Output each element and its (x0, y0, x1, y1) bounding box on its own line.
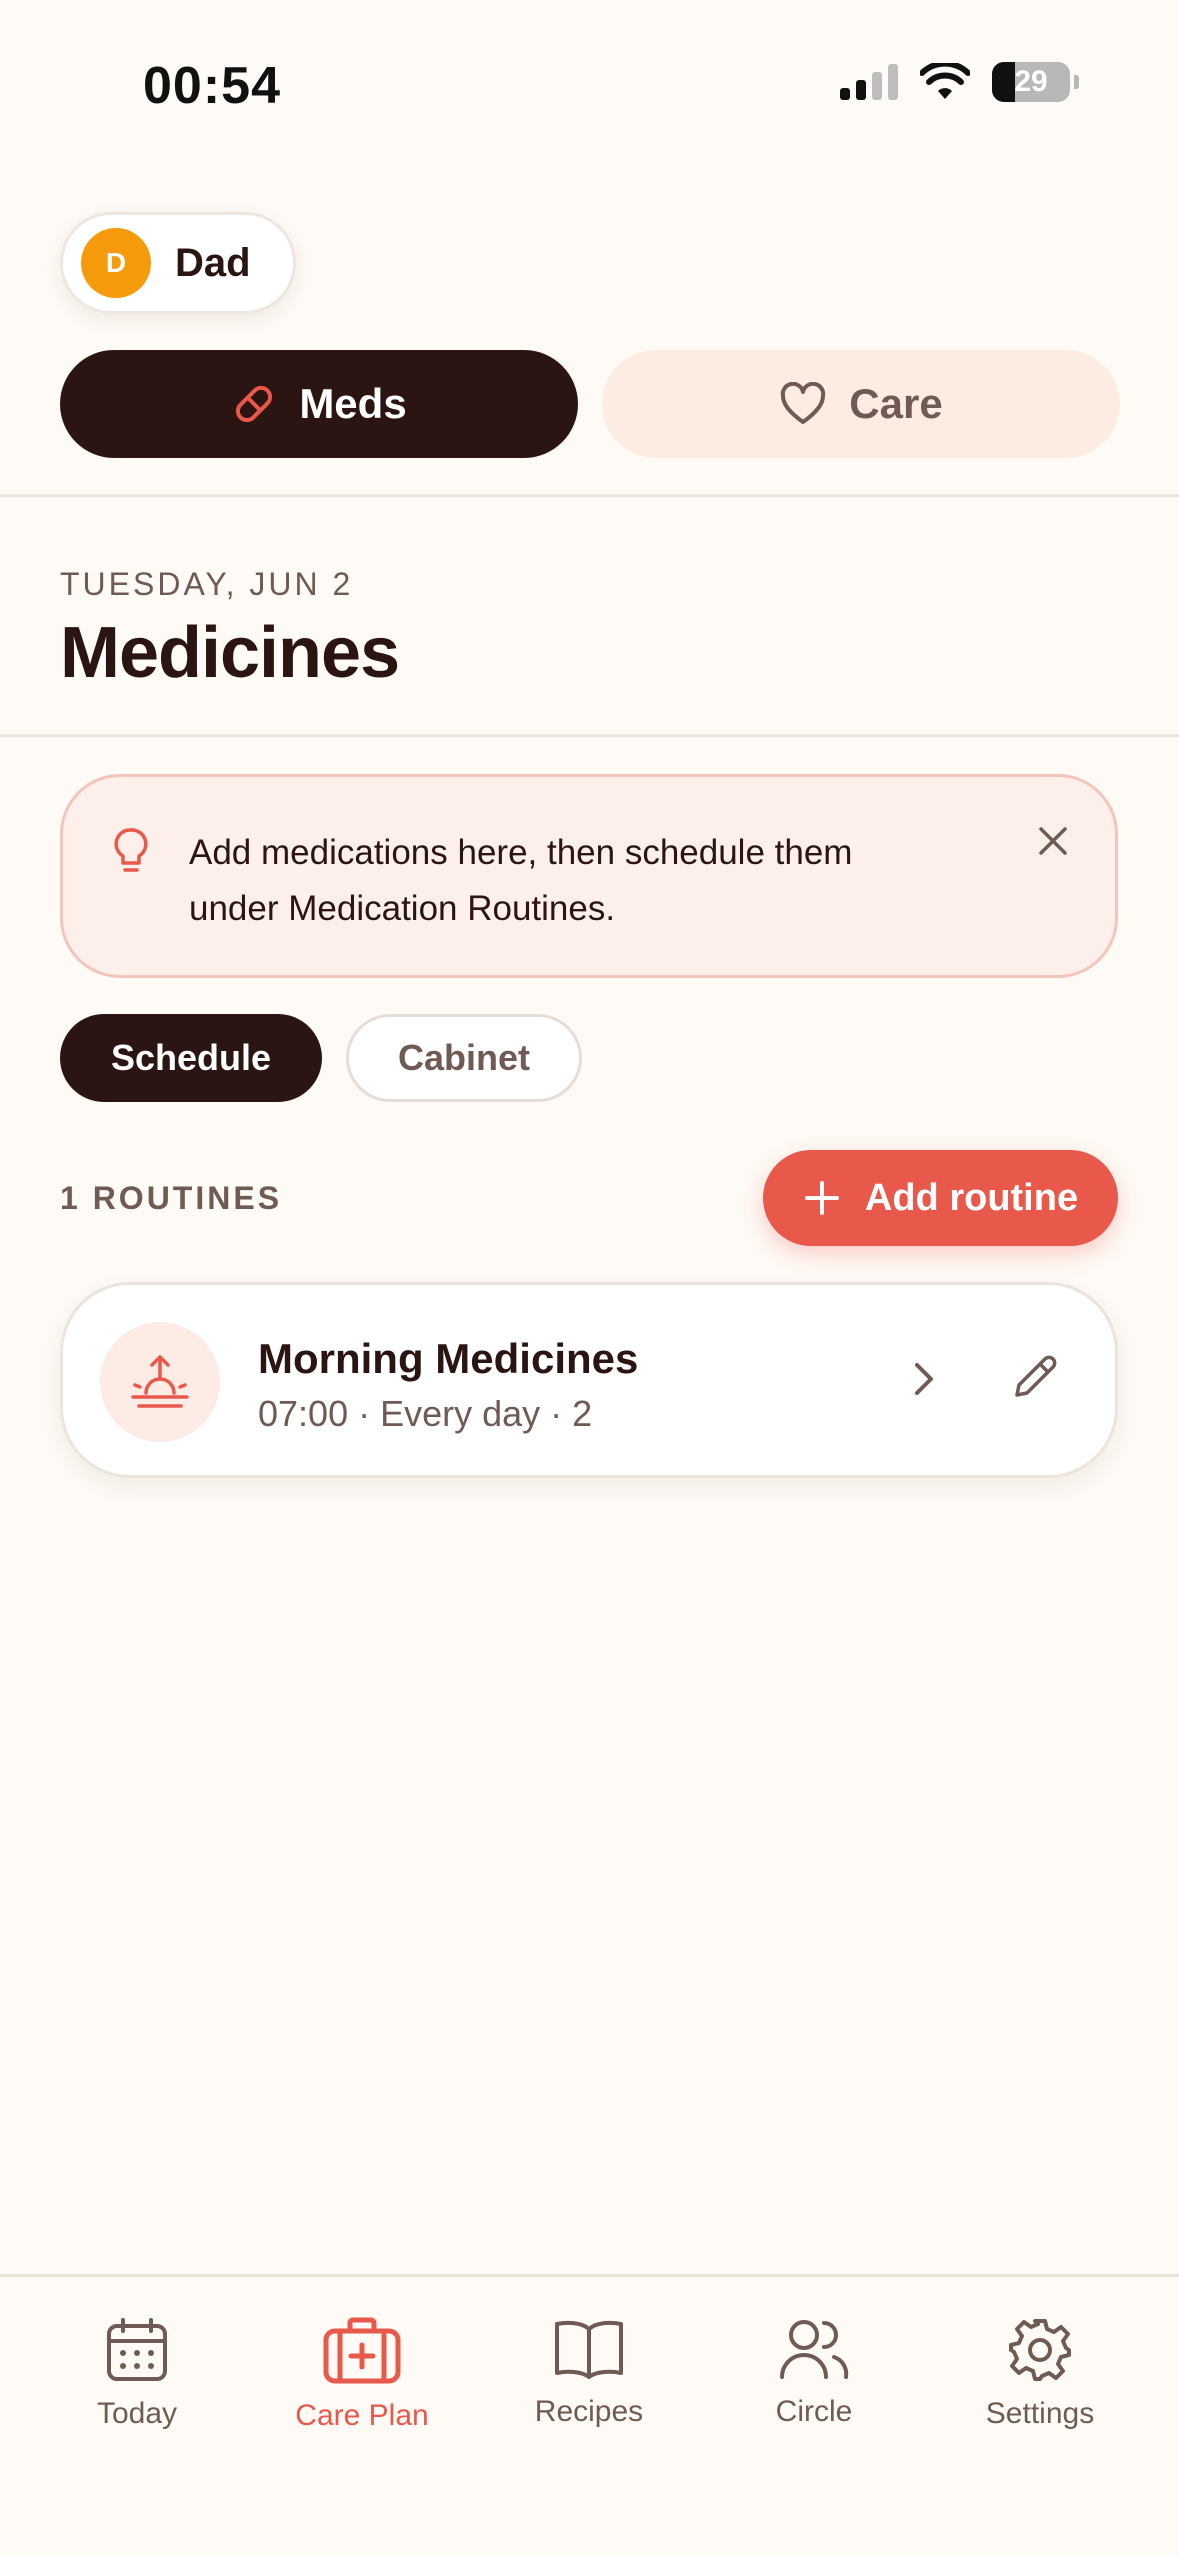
cellular-signal-icon (840, 64, 898, 100)
divider (0, 734, 1179, 737)
wifi-icon (920, 63, 970, 99)
nav-item-settings[interactable]: Settings (940, 2317, 1140, 2431)
pill-icon (236, 385, 273, 423)
plus-icon (804, 1181, 839, 1215)
page-title: Medicines (60, 613, 400, 693)
tip-banner: Add medications here, then schedule them… (60, 774, 1118, 978)
tab-cabinet[interactable]: Cabinet (346, 1014, 582, 1102)
date-label: TUESDAY, JUN 2 (60, 566, 354, 602)
battery-icon: 29 (992, 62, 1070, 102)
battery-level: 29 (1014, 65, 1048, 98)
calendar-icon (107, 2318, 167, 2381)
gear-icon (1009, 2319, 1071, 2381)
tab-meds[interactable]: Meds (60, 350, 578, 458)
pencil-icon[interactable] (1007, 1349, 1063, 1405)
tab-care-label: Care (849, 380, 943, 427)
tab-schedule[interactable]: Schedule (60, 1014, 322, 1102)
sunrise-icon (131, 1355, 189, 1408)
nav-label-circle: Circle (775, 2395, 853, 2428)
nav-item-recipes[interactable]: Recipes (489, 2317, 689, 2429)
nav-label-settings: Settings (985, 2397, 1095, 2430)
avatar: D (81, 228, 151, 298)
status-icons: 29 (840, 62, 1079, 102)
profile-name: Dad (175, 240, 251, 285)
medical-kit-icon (323, 2317, 401, 2384)
add-routine-button[interactable]: Add routine (763, 1150, 1118, 1246)
bottom-nav: Today Care Plan Recipes Circle Settings (0, 2274, 1179, 2556)
lightbulb-icon (114, 828, 148, 872)
tip-text: Add medications here, then schedule them… (189, 833, 853, 928)
heart-icon (781, 382, 826, 424)
nav-label-care-plan: Care Plan (295, 2399, 429, 2432)
tab-care[interactable]: Care (602, 350, 1120, 458)
nav-label-today: Today (96, 2397, 178, 2430)
users-icon (780, 2320, 849, 2379)
nav-item-care-plan[interactable]: Care Plan (262, 2317, 462, 2433)
status-time: 00:54 (143, 57, 281, 115)
profile-switcher[interactable]: D Dad (60, 212, 296, 314)
routines-count: 1 ROUTINES (60, 1180, 283, 1216)
divider (0, 494, 1179, 497)
routine-title: Morning Medicines (258, 1335, 639, 1382)
routine-icon (100, 1322, 220, 1442)
add-routine-label: Add routine (864, 1176, 1079, 1219)
routine-card[interactable]: Morning Medicines 07:00 · Every day · 2 (60, 1282, 1118, 1478)
close-icon[interactable] (1035, 823, 1071, 859)
nav-item-circle[interactable]: Circle (714, 2317, 914, 2429)
routine-subtitle: 07:00 · Every day · 2 (258, 1393, 593, 1434)
tab-meds-label: Meds (299, 380, 407, 427)
book-icon (555, 2320, 623, 2379)
nav-item-today[interactable]: Today (37, 2317, 237, 2431)
nav-label-recipes: Recipes (534, 2395, 644, 2428)
chevron-right-icon[interactable] (903, 1357, 943, 1401)
